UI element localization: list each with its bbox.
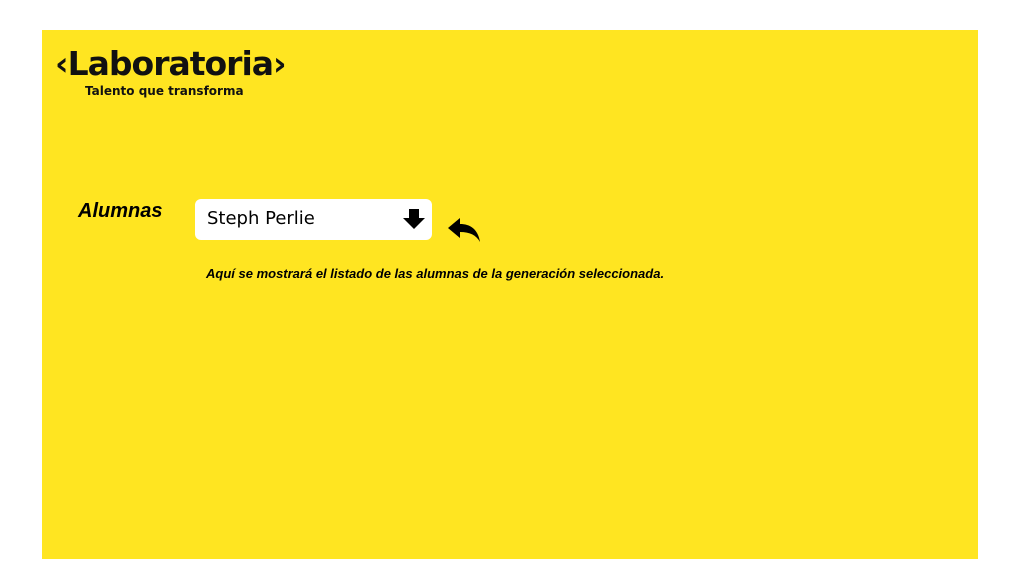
logo-text: ‹Laboratoria› — [55, 44, 287, 83]
laboratoria-logo: ‹Laboratoria› Talento que transforma — [55, 44, 287, 98]
student-list-placeholder: Aquí se mostrará el listado de las alumn… — [206, 266, 665, 281]
logo-tagline: Talento que transforma — [85, 84, 244, 98]
undo-arrow-icon[interactable] — [446, 216, 482, 244]
student-select-value: Steph Perlie — [207, 208, 315, 229]
main-panel: ‹Laboratoria› Talento que transforma Alu… — [42, 30, 978, 559]
student-select[interactable]: Steph Perlie — [195, 199, 432, 240]
arrow-down-icon — [403, 209, 425, 229]
alumnas-label: Alumnas — [78, 200, 163, 222]
